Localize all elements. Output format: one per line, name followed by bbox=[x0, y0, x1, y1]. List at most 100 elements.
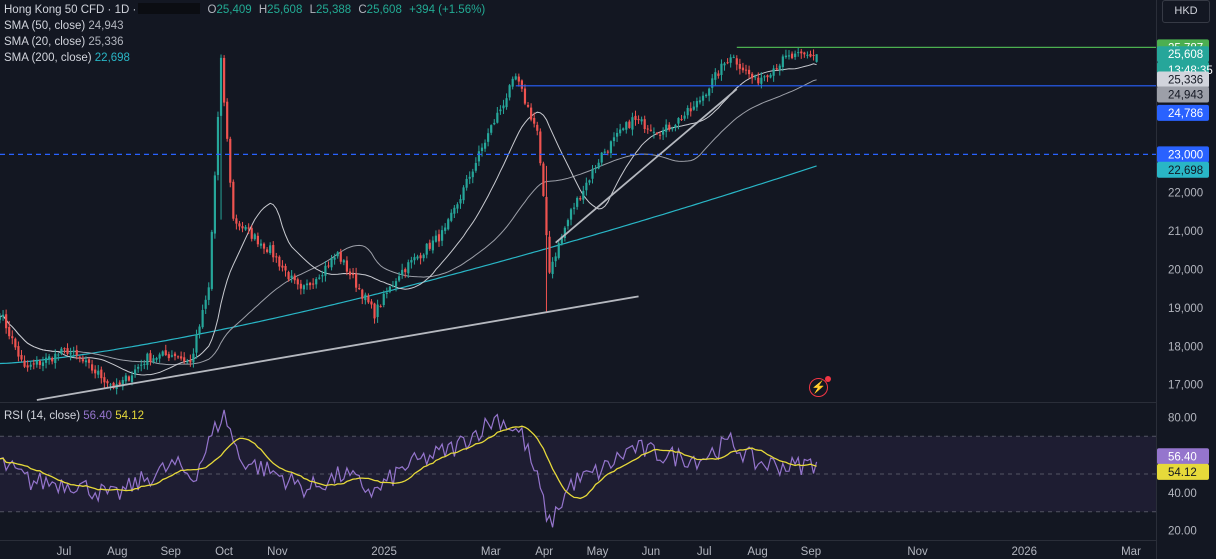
candle-body bbox=[1, 314, 5, 317]
candle-body bbox=[677, 118, 680, 124]
lightning-icon[interactable]: ⚡ bbox=[809, 376, 831, 397]
sma50-legend[interactable]: SMA (50, close) 24,943 bbox=[4, 18, 485, 34]
candle-body bbox=[530, 107, 533, 120]
candle-body bbox=[800, 51, 803, 54]
candle-body bbox=[634, 115, 637, 120]
candle-body bbox=[290, 275, 293, 279]
candle-body bbox=[66, 348, 69, 354]
candle-body bbox=[379, 306, 382, 308]
candle-body bbox=[806, 54, 809, 56]
candle-body bbox=[655, 132, 659, 134]
high-label: H bbox=[258, 4, 268, 16]
candle-body bbox=[536, 124, 539, 131]
candle-body bbox=[619, 129, 622, 134]
candle-body bbox=[385, 292, 388, 294]
candle-body bbox=[714, 72, 717, 80]
rsi-tick-label: 20.00 bbox=[1168, 526, 1197, 538]
candle-body bbox=[505, 98, 508, 108]
candle-body bbox=[695, 101, 698, 108]
candle-body bbox=[186, 361, 189, 363]
price-chart[interactable]: 17,000 18,000 19,000 20,000 21,000 22,000 80.0… bbox=[0, 0, 1216, 559]
candle-body bbox=[809, 54, 812, 57]
currency-button[interactable]: HKD bbox=[1162, 0, 1210, 23]
sma-50-line bbox=[0, 79, 817, 366]
candle-body bbox=[361, 289, 364, 299]
candle-body bbox=[35, 360, 38, 365]
sma200-legend[interactable]: SMA (200, close) 22,698 bbox=[4, 50, 485, 66]
candle-body bbox=[299, 283, 302, 289]
sma-50-path bbox=[0, 79, 817, 366]
candle-body bbox=[358, 288, 361, 290]
candle-body bbox=[97, 370, 100, 375]
candle-body bbox=[345, 260, 349, 272]
candle-body bbox=[149, 353, 152, 362]
price-tag-label: 24,786 bbox=[1168, 108, 1203, 120]
candle-body bbox=[698, 100, 702, 103]
x-tick-label: Aug bbox=[747, 546, 767, 558]
candle-body bbox=[192, 353, 195, 363]
candle-body bbox=[32, 363, 35, 365]
candle-body bbox=[256, 235, 259, 245]
candle-body bbox=[708, 88, 711, 96]
candle-body bbox=[683, 115, 686, 119]
y-tick-label: 22,000 bbox=[1168, 188, 1203, 200]
candle-body bbox=[784, 55, 788, 58]
candle-body bbox=[652, 131, 656, 133]
candle-body bbox=[526, 104, 530, 107]
candle-body bbox=[247, 227, 250, 229]
open-value: 25,409 bbox=[216, 4, 252, 16]
rsi-value: 56.40 bbox=[83, 410, 113, 422]
candle-body bbox=[219, 57, 223, 116]
candle-body bbox=[643, 119, 646, 130]
candle-body bbox=[757, 77, 760, 84]
candle-body bbox=[640, 119, 643, 122]
candle-body bbox=[207, 287, 210, 300]
candle-body bbox=[493, 122, 496, 125]
symbol-title[interactable]: Hong Kong 50 CFD · 1D · bbox=[4, 4, 136, 16]
candle-body bbox=[103, 377, 106, 383]
candle-body bbox=[253, 234, 256, 240]
candle-body bbox=[84, 360, 88, 363]
x-tick-label: Mar bbox=[1121, 546, 1141, 558]
candle-body bbox=[124, 375, 127, 382]
candle-body bbox=[265, 249, 269, 252]
sma20-legend[interactable]: SMA (20, close) 25,336 bbox=[4, 34, 485, 50]
candle-body bbox=[511, 78, 514, 87]
candle-body bbox=[370, 301, 373, 305]
rsi-legend[interactable]: RSI (14, close) 56.40 54.12 bbox=[4, 410, 144, 422]
candle-body bbox=[474, 162, 477, 171]
candle-body bbox=[487, 133, 490, 142]
candle-body bbox=[180, 356, 183, 359]
candle-body bbox=[296, 279, 299, 285]
candle-body bbox=[173, 353, 177, 357]
y-tick-label: 17,000 bbox=[1168, 380, 1203, 392]
candle-body bbox=[576, 197, 579, 207]
candle-body bbox=[272, 244, 275, 258]
candle-body bbox=[444, 227, 447, 231]
candle-body bbox=[189, 359, 192, 363]
candle-body bbox=[597, 162, 600, 169]
candle-body bbox=[720, 63, 723, 75]
candle-body bbox=[594, 167, 597, 169]
candle-body bbox=[794, 53, 797, 58]
candle-body bbox=[0, 316, 2, 320]
candle-body bbox=[155, 358, 158, 360]
candle-body bbox=[456, 204, 459, 209]
x-tick-label: Jul bbox=[57, 546, 72, 558]
candle-body bbox=[622, 128, 625, 130]
candle-body bbox=[305, 283, 309, 286]
candle-body bbox=[717, 73, 720, 76]
candle-body bbox=[216, 116, 220, 175]
candle-body bbox=[612, 137, 616, 142]
candle-body bbox=[790, 53, 794, 59]
candle-body bbox=[551, 261, 554, 274]
candle-body bbox=[609, 141, 613, 154]
candle-body bbox=[533, 117, 536, 124]
price-tag-label: 24,943 bbox=[1168, 89, 1203, 101]
candle-body bbox=[44, 357, 48, 363]
sma50-value: 24,943 bbox=[88, 20, 124, 32]
candle-body bbox=[797, 52, 800, 54]
candle-body bbox=[170, 355, 174, 357]
candle-body bbox=[232, 181, 235, 219]
candle-body bbox=[388, 286, 391, 292]
